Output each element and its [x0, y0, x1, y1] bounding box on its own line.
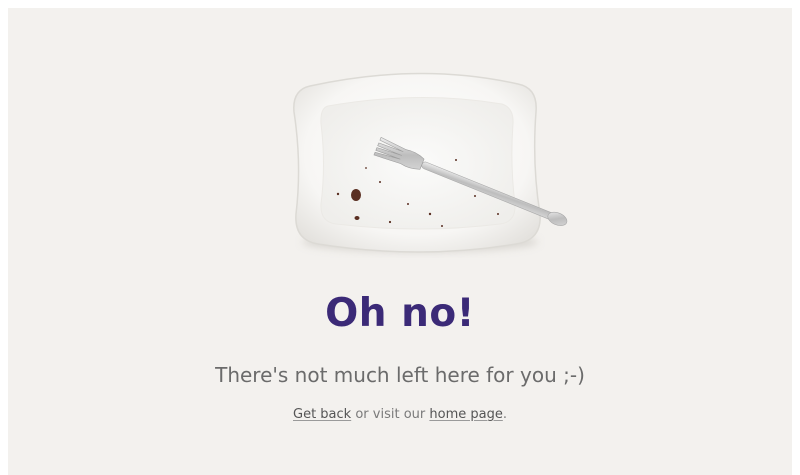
get-back-link[interactable]: Get back [293, 407, 351, 422]
page-title: Oh no! [325, 291, 475, 336]
empty-plate-image [270, 64, 580, 264]
page-subtitle: There's not much left here for you ;-) [215, 363, 585, 387]
navigation-text: Get back or visit our home page. [8, 406, 792, 424]
connector-text: or visit our [355, 407, 426, 422]
error-page: Oh no! There's not much left here for yo… [8, 8, 792, 475]
home-page-link[interactable]: home page [429, 407, 502, 422]
trailing-period: . [502, 407, 507, 422]
